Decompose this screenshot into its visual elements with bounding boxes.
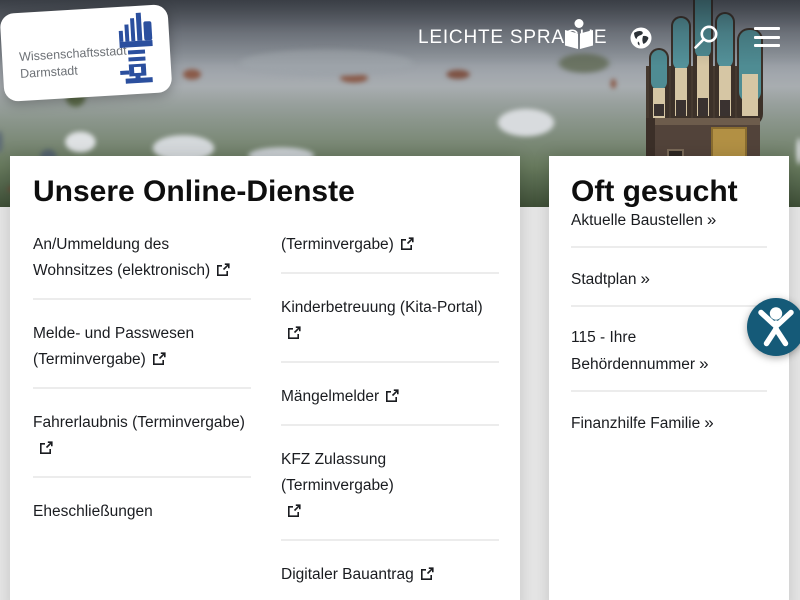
external-link-icon	[287, 504, 301, 518]
service-link[interactable]: Eheschließungen	[33, 478, 251, 539]
page: Wissenschaftsstadt Darmstadt LEICHTE SPR…	[0, 0, 800, 600]
link-label: 115 - Ihre Behördennummer	[571, 329, 695, 373]
service-link[interactable]: Fahrerlaubnis (Terminvergabe)	[33, 389, 251, 478]
link-label: Finanzhilfe Familie	[571, 415, 700, 432]
link-label: Kinderbetreuung (Kita-Portal)	[281, 299, 483, 316]
external-link-icon	[39, 441, 53, 455]
link-label: Digitaler Bauantrag	[281, 566, 414, 583]
double-chevron-icon: »	[707, 210, 716, 229]
link-label: An/Ummeldung des Wohnsitzes (elektronisc…	[33, 236, 210, 279]
external-link-icon	[152, 352, 166, 366]
quick-link[interactable]: Stadtplan»	[571, 248, 767, 307]
service-link[interactable]: Mängelmelder	[281, 363, 499, 426]
double-chevron-icon: »	[704, 413, 713, 432]
service-link[interactable]: Melde- und Passwesen (Terminvergabe)	[33, 300, 251, 389]
darmstadt-tower-logo-icon	[115, 11, 159, 85]
globe-icon[interactable]	[630, 27, 652, 49]
external-link-icon	[420, 567, 434, 581]
often-card-title: Oft gesucht	[571, 176, 767, 207]
services-column-2: (Terminvergabe) Kinderbetreuung (Kita-Por…	[281, 232, 499, 600]
external-link-icon	[385, 389, 399, 403]
service-link[interactable]: KFZ Zulassung (Terminvergabe)	[281, 426, 499, 541]
link-label: (Terminvergabe)	[281, 236, 394, 253]
double-chevron-icon: »	[641, 269, 650, 288]
link-label: KFZ Zulassung (Terminvergabe)	[281, 451, 394, 494]
external-link-icon	[287, 326, 301, 340]
service-link[interactable]: Digitaler Bauantrag	[281, 541, 499, 600]
quick-link[interactable]: Aktuelle Baustellen»	[571, 207, 767, 248]
service-link[interactable]: An/Ummeldung des Wohnsitzes (elektronisc…	[33, 232, 251, 300]
accessibility-person-icon	[747, 298, 800, 356]
service-link[interactable]: Kinderbetreuung (Kita-Portal)	[281, 274, 499, 363]
services-column-1: An/Ummeldung des Wohnsitzes (elektronisc…	[33, 232, 251, 600]
search-icon[interactable]	[693, 24, 719, 50]
link-label: Aktuelle Baustellen	[571, 212, 703, 229]
link-label: Eheschließungen	[33, 503, 153, 520]
external-link-icon	[400, 237, 414, 251]
service-link[interactable]: (Terminvergabe)	[281, 232, 499, 274]
link-label: Melde- und Passwesen (Terminvergabe)	[33, 325, 194, 368]
reader-icon[interactable]	[563, 18, 595, 52]
often-searched-card: Oft gesucht Aktuelle Baustellen»Stadtpla…	[549, 156, 789, 600]
often-searched-list: Aktuelle Baustellen»Stadtplan»115 - Ihre…	[571, 207, 767, 449]
link-label: Stadtplan	[571, 271, 637, 288]
external-link-icon	[216, 263, 230, 277]
quick-link[interactable]: Finanzhilfe Familie»	[571, 392, 767, 449]
hamburger-menu-icon[interactable]	[754, 27, 780, 47]
accessibility-button[interactable]	[747, 298, 800, 356]
quick-link[interactable]: 115 - Ihre Behördennummer»	[571, 307, 767, 392]
double-chevron-icon: »	[699, 354, 708, 373]
brand-name: Wissenschaftsstadt Darmstadt	[19, 43, 129, 83]
link-label: Mängelmelder	[281, 388, 379, 405]
online-services-card: Unsere Online-Dienste An/Ummeldung des W…	[10, 156, 520, 600]
site-logo[interactable]: Wissenschaftsstadt Darmstadt	[0, 4, 172, 102]
services-card-title: Unsere Online-Dienste	[33, 176, 520, 207]
link-label: Fahrerlaubnis (Terminvergabe)	[33, 414, 245, 431]
